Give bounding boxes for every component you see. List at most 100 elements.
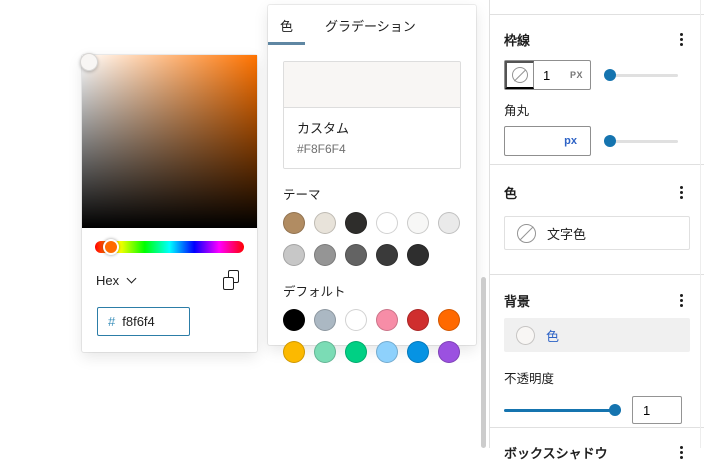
- background-options-kebab-icon[interactable]: [672, 291, 690, 309]
- default-palette-label: デフォルト: [283, 285, 346, 299]
- hue-slider[interactable]: [95, 239, 244, 255]
- background-heading-row: 背景: [504, 291, 690, 309]
- canvas-scrollbar-thumb[interactable]: [481, 277, 486, 448]
- section-color: 色 文字色: [490, 165, 704, 275]
- border-options-kebab-icon[interactable]: [672, 30, 690, 48]
- swatch-row: [283, 244, 461, 266]
- section-box-shadow: ボックスシャドウ: [490, 428, 704, 471]
- border-title: 枠線: [504, 32, 531, 48]
- color-panel-popover: 色 グラデーション カスタム #F8F6F4 テーマ デフォルト: [268, 5, 476, 363]
- color-options-kebab-icon[interactable]: [672, 183, 690, 201]
- hex-input[interactable]: [122, 314, 178, 329]
- text-color-button[interactable]: 文字色: [504, 216, 690, 250]
- default-palette: [283, 309, 461, 363]
- color-format-select[interactable]: Hex: [96, 273, 119, 288]
- color-swatch[interactable]: [283, 309, 305, 331]
- active-tab-underline: [268, 42, 306, 45]
- color-swatch[interactable]: [376, 341, 398, 363]
- color-swatch[interactable]: [407, 212, 429, 234]
- opacity-slider[interactable]: [504, 404, 621, 416]
- color-swatch[interactable]: [314, 244, 336, 266]
- border-width-unit-select[interactable]: PX: [570, 70, 583, 80]
- background-title: 背景: [504, 293, 531, 309]
- border-width-control: PX: [504, 60, 591, 90]
- hue-slider-handle[interactable]: [103, 239, 119, 255]
- saturation-handle[interactable]: [80, 53, 98, 71]
- copy-icon: [223, 277, 234, 290]
- border-color-button[interactable]: [505, 61, 534, 89]
- section-border: 枠線 PX 角丸 px: [490, 15, 704, 165]
- border-width-row: PX: [504, 60, 690, 90]
- color-title: 色: [504, 185, 518, 201]
- slider-track-filled: [504, 409, 621, 412]
- color-swatch[interactable]: [407, 309, 429, 331]
- custom-color-info: カスタム #F8F6F4: [284, 108, 460, 168]
- radius-unit-select[interactable]: px: [564, 135, 577, 147]
- border-heading-row: 枠線: [504, 30, 690, 48]
- background-color-swatch: [516, 325, 535, 345]
- no-color-icon: [517, 223, 536, 243]
- color-swatch[interactable]: [283, 244, 305, 266]
- color-panel-tabs: 色 グラデーション: [268, 5, 476, 45]
- color-swatch[interactable]: [345, 212, 367, 234]
- swatch-row: [283, 309, 461, 331]
- custom-color-value: #F8F6F4: [297, 142, 346, 156]
- radius-slider[interactable]: [604, 135, 678, 147]
- radius-input[interactable]: px: [504, 126, 591, 156]
- color-format-row: Hex: [96, 270, 241, 290]
- box-shadow-title: ボックスシャドウ: [504, 445, 608, 461]
- hex-prefix: #: [108, 314, 116, 329]
- section-background: 背景 色 不透明度: [490, 275, 704, 428]
- color-swatch[interactable]: [438, 309, 460, 331]
- color-swatch[interactable]: [376, 309, 398, 331]
- window-edge-line: [700, 0, 701, 448]
- box-shadow-heading-row: ボックスシャドウ: [504, 443, 690, 461]
- background-color-button[interactable]: 色: [504, 318, 690, 352]
- color-swatch[interactable]: [314, 212, 336, 234]
- tab-color[interactable]: 色: [268, 5, 306, 45]
- slider-thumb[interactable]: [609, 404, 621, 416]
- tab-color-label: 色: [280, 18, 294, 34]
- border-width-slider[interactable]: [604, 69, 678, 81]
- theme-palette-label: テーマ: [283, 188, 321, 202]
- custom-color-picker-popover: Hex #: [80, 53, 257, 352]
- slider-thumb[interactable]: [604, 135, 616, 147]
- background-color-label: 色: [546, 328, 560, 344]
- slider-thumb[interactable]: [604, 69, 616, 81]
- text-color-label: 文字色: [547, 226, 587, 242]
- color-swatch[interactable]: [314, 341, 336, 363]
- no-color-icon: [512, 67, 528, 83]
- custom-color-card[interactable]: カスタム #F8F6F4: [283, 61, 461, 169]
- color-swatch[interactable]: [345, 309, 367, 331]
- opacity-row: [504, 396, 690, 424]
- tab-gradient-label: グラデーション: [325, 18, 416, 34]
- swatch-row: [283, 212, 461, 234]
- chevron-down-icon[interactable]: [126, 273, 137, 283]
- color-swatch[interactable]: [345, 341, 367, 363]
- radius-label: 角丸: [504, 104, 530, 118]
- color-swatch[interactable]: [345, 244, 367, 266]
- swatch-row: [283, 341, 461, 363]
- custom-color-swatch[interactable]: [284, 62, 460, 108]
- sidebar-top-divider: [490, 0, 704, 15]
- color-swatch[interactable]: [438, 341, 460, 363]
- border-width-input[interactable]: [534, 67, 562, 83]
- tab-gradient[interactable]: グラデーション: [313, 5, 428, 45]
- block-settings-sidebar: 枠線 PX 角丸 px: [489, 0, 704, 461]
- saturation-brightness-area[interactable]: [80, 53, 257, 228]
- box-shadow-options-kebab-icon[interactable]: [672, 443, 690, 461]
- radius-row: px: [504, 126, 690, 156]
- color-panel-body: カスタム #F8F6F4 テーマ デフォルト: [268, 61, 476, 363]
- color-swatch[interactable]: [407, 341, 429, 363]
- hex-input-field[interactable]: #: [97, 307, 190, 336]
- opacity-input[interactable]: [632, 396, 682, 424]
- opacity-label: 不透明度: [504, 372, 555, 386]
- color-swatch[interactable]: [438, 212, 460, 234]
- color-swatch[interactable]: [376, 244, 398, 266]
- color-swatch[interactable]: [407, 244, 429, 266]
- color-swatch[interactable]: [283, 341, 305, 363]
- color-swatch[interactable]: [283, 212, 305, 234]
- color-swatch[interactable]: [314, 309, 336, 331]
- color-swatch[interactable]: [376, 212, 398, 234]
- copy-color-button[interactable]: [221, 270, 241, 290]
